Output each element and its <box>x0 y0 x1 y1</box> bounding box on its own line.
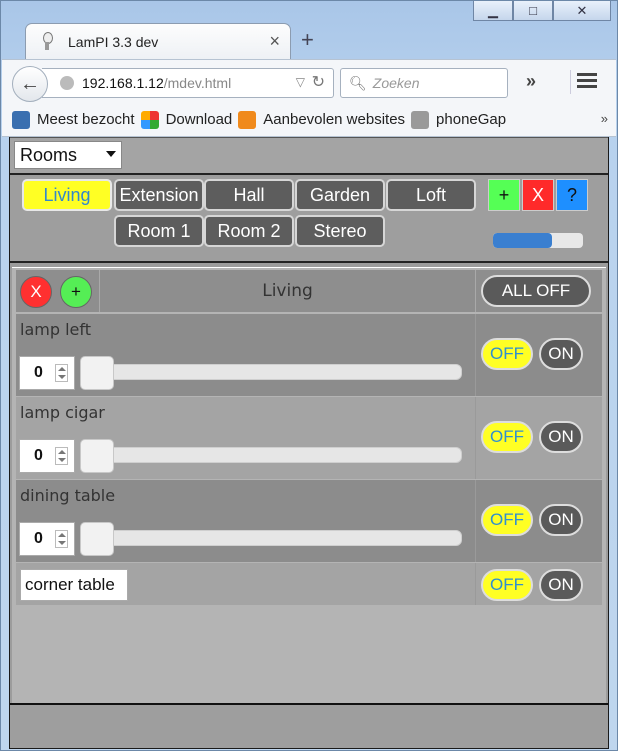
device-name: dining table <box>20 486 116 505</box>
progress-fill <box>493 233 552 248</box>
dim-slider-thumb[interactable] <box>80 356 114 390</box>
room-button-living[interactable]: Living <box>22 179 112 211</box>
device-name: lamp left <box>20 320 91 339</box>
room-button-garden[interactable]: Garden <box>295 179 385 211</box>
device-name-field[interactable]: corner table <box>20 569 128 601</box>
on-button[interactable]: ON <box>539 504 583 536</box>
dim-slider-thumb[interactable] <box>80 439 114 473</box>
url-path: /mdev.html <box>163 75 232 91</box>
close-window-button[interactable]: ✕ <box>553 1 611 21</box>
delete-room-button[interactable]: X <box>522 179 554 211</box>
globe-icon <box>60 76 74 90</box>
reload-icon[interactable]: ↻ <box>312 72 325 92</box>
history-dropdown-icon[interactable]: ▽ <box>296 75 305 89</box>
bookmark-recommended-sites[interactable]: Aanbevolen websites <box>238 110 406 129</box>
add-device-button[interactable]: + <box>60 276 92 308</box>
stepper-arrows-icon[interactable] <box>55 364 68 382</box>
toolbar-overflow-button[interactable]: » <box>526 71 536 92</box>
bookmark-label: Aanbevolen websites <box>263 111 406 128</box>
dim-slider-thumb[interactable] <box>80 522 114 556</box>
lamp-favicon-icon <box>40 31 54 52</box>
footer-bar <box>10 703 608 748</box>
most-visited-icon <box>12 110 30 129</box>
dim-value-stepper[interactable]: 0 <box>19 522 75 556</box>
dim-slider-track[interactable] <box>86 530 462 546</box>
lampi-page: Rooms Living Extension Hall Garden Loft … <box>9 137 609 749</box>
off-button[interactable]: OFF <box>481 504 533 536</box>
browser-window: ▁ □ ✕ LamPI 3.3 dev × + 192.168.1.12 /md… <box>0 0 618 751</box>
device-name: lamp cigar <box>20 403 105 422</box>
new-tab-button[interactable]: + <box>301 27 314 53</box>
device-row: lamp cigar 0 OFF ON <box>16 397 602 479</box>
joomla-icon <box>140 110 159 129</box>
on-button[interactable]: ON <box>539 338 583 370</box>
bookmark-label: phoneGap <box>436 111 507 128</box>
phonegap-icon <box>411 110 430 129</box>
search-icon: 🔍︎ <box>349 74 367 91</box>
dim-slider-track[interactable] <box>86 364 462 380</box>
dim-value-stepper[interactable]: 0 <box>19 356 75 390</box>
mode-select-value: Rooms <box>20 144 78 165</box>
room-button-extension[interactable]: Extension <box>114 179 204 211</box>
device-row: corner table OFF ON <box>16 563 602 605</box>
add-room-button[interactable]: + <box>488 179 520 211</box>
off-button[interactable]: OFF <box>481 338 533 370</box>
all-off-button[interactable]: ALL OFF <box>481 275 591 307</box>
navigation-bar: 192.168.1.12 /mdev.html ▽ ↻ ← 🔍︎ Zoeken … <box>2 59 616 103</box>
minimize-button[interactable]: ▁ <box>473 1 513 21</box>
off-button[interactable]: OFF <box>481 569 533 601</box>
maximize-button[interactable]: □ <box>513 1 553 21</box>
dim-value-stepper[interactable]: 0 <box>19 439 75 473</box>
dim-value: 0 <box>34 364 43 381</box>
bookmark-download[interactable]: Download <box>140 110 233 129</box>
room-button-room-1[interactable]: Room 1 <box>114 215 204 247</box>
hamburger-menu-icon[interactable] <box>570 70 600 94</box>
bookmark-label: Download <box>165 111 233 128</box>
url-host: 192.168.1.12 <box>82 75 164 91</box>
on-button[interactable]: ON <box>539 569 583 601</box>
top-bar: Rooms <box>10 137 608 175</box>
maximize-icon: □ <box>529 3 537 18</box>
mode-select[interactable]: Rooms <box>14 141 122 169</box>
room-button-hall[interactable]: Hall <box>204 179 294 211</box>
device-panel: X + Living ALL OFF lamp left 0 OFF ON la… <box>12 267 606 705</box>
room-title: Living <box>100 270 476 312</box>
device-panel-header: X + Living ALL OFF <box>16 270 602 312</box>
lightbulb-icon <box>238 110 257 129</box>
room-button-room-2[interactable]: Room 2 <box>204 215 294 247</box>
title-bar: ▁ □ ✕ <box>1 1 617 25</box>
browser-tab[interactable]: LamPI 3.3 dev × <box>25 23 291 59</box>
on-button[interactable]: ON <box>539 421 583 453</box>
search-input[interactable]: 🔍︎ Zoeken <box>340 68 508 98</box>
rooms-bar: Living Extension Hall Garden Loft Room 1… <box>10 177 608 263</box>
dim-slider-track[interactable] <box>86 447 462 463</box>
stepper-arrows-icon[interactable] <box>55 530 68 548</box>
bookmark-label: Meest bezocht <box>37 111 135 128</box>
bookmark-phonegap[interactable]: phoneGap <box>411 110 507 129</box>
tab-title: LamPI 3.3 dev <box>68 33 159 50</box>
url-bar[interactable]: 192.168.1.12 /mdev.html ▽ ↻ <box>42 68 334 98</box>
back-arrow-icon: ← <box>20 72 40 95</box>
dim-value: 0 <box>34 447 43 464</box>
delete-device-button[interactable]: X <box>20 276 52 308</box>
tab-close-icon[interactable]: × <box>269 31 280 52</box>
stepper-arrows-icon[interactable] <box>55 447 68 465</box>
help-button[interactable]: ? <box>556 179 588 211</box>
search-placeholder: Zoeken <box>372 75 420 91</box>
bookmark-most-visited[interactable]: Meest bezocht <box>12 110 135 129</box>
off-button[interactable]: OFF <box>481 421 533 453</box>
bookmarks-overflow-button[interactable]: » <box>601 111 608 126</box>
room-button-stereo[interactable]: Stereo <box>295 215 385 247</box>
back-button[interactable]: ← <box>12 66 48 102</box>
progress-bar <box>493 233 583 248</box>
room-button-loft[interactable]: Loft <box>386 179 476 211</box>
close-icon: ✕ <box>576 2 588 18</box>
dim-value: 0 <box>34 530 43 547</box>
bookmarks-bar: Meest bezocht Download Aanbevolen websit… <box>2 103 616 137</box>
chevron-down-icon <box>106 151 116 157</box>
device-row: dining table 0 OFF ON <box>16 480 602 562</box>
minimize-icon: ▁ <box>488 2 498 18</box>
device-row: lamp left 0 OFF ON <box>16 314 602 396</box>
